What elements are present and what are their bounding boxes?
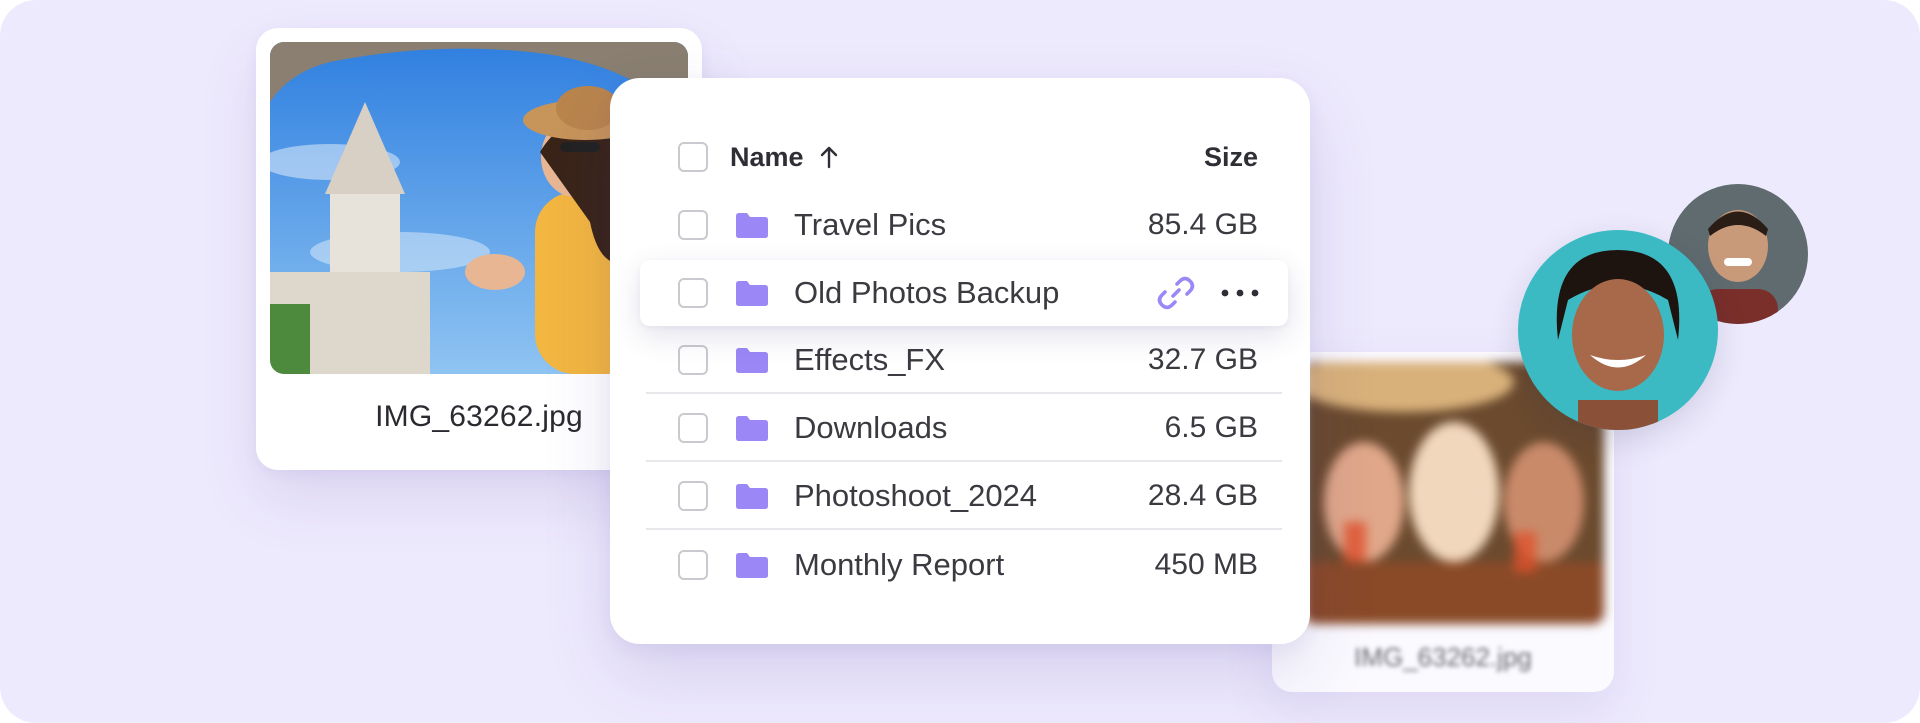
folder-icon — [736, 348, 768, 373]
row-checkbox[interactable] — [678, 278, 708, 308]
file-size: 28.4 GB — [1147, 479, 1258, 512]
size-column-header[interactable]: Size — [1204, 142, 1258, 173]
file-name: Travel Pics — [794, 207, 947, 242]
file-name: Downloads — [794, 410, 948, 445]
file-list-header: Name Size — [646, 124, 1282, 190]
file-row[interactable]: Photoshoot_2024 28.4 GB — [646, 464, 1282, 530]
blurred-photo-filename: IMG_63262.jpg — [1354, 642, 1532, 672]
file-row-hovered[interactable]: Old Photos Backup — [640, 260, 1288, 326]
file-list-panel: Name Size Travel Pics 85.4 GB Old Photos… — [610, 78, 1310, 644]
file-row[interactable]: Downloads 6.5 GB — [646, 396, 1282, 462]
more-horizontal-icon[interactable] — [1220, 288, 1260, 298]
file-row[interactable]: Travel Pics 85.4 GB — [646, 192, 1282, 258]
row-checkbox[interactable] — [678, 481, 708, 511]
file-size: 32.7 GB — [1147, 343, 1258, 376]
row-checkbox[interactable] — [678, 413, 708, 443]
file-size: 6.5 GB — [1164, 411, 1258, 444]
folder-icon — [736, 281, 768, 306]
file-name: Monthly Report — [794, 547, 1005, 582]
select-all-checkbox[interactable] — [678, 142, 708, 172]
name-column-label: Name — [730, 141, 804, 172]
folder-icon — [736, 416, 768, 441]
file-name: Photoshoot_2024 — [794, 478, 1038, 513]
file-name: Old Photos Backup — [794, 275, 1060, 310]
avatar — [1518, 230, 1718, 430]
file-size: 85.4 GB — [1147, 208, 1258, 241]
hero-illustration: IMG_63262.jpg IMG_63262.jpg Name Size Tr… — [0, 0, 1920, 723]
row-checkbox[interactable] — [678, 550, 708, 580]
folder-icon — [736, 213, 768, 238]
folder-icon — [736, 484, 768, 509]
file-size: 450 MB — [1154, 548, 1258, 581]
link-icon[interactable] — [1156, 273, 1196, 313]
row-actions — [1156, 273, 1260, 313]
file-row[interactable]: Effects_FX 32.7 GB — [646, 328, 1282, 394]
file-name: Effects_FX — [794, 342, 946, 377]
folder-icon — [736, 553, 768, 578]
file-row[interactable]: Monthly Report 450 MB — [646, 532, 1282, 598]
name-column-header[interactable]: Name — [730, 142, 1204, 173]
row-checkbox[interactable] — [678, 210, 708, 240]
row-checkbox[interactable] — [678, 345, 708, 375]
arrow-up-icon — [820, 146, 837, 169]
